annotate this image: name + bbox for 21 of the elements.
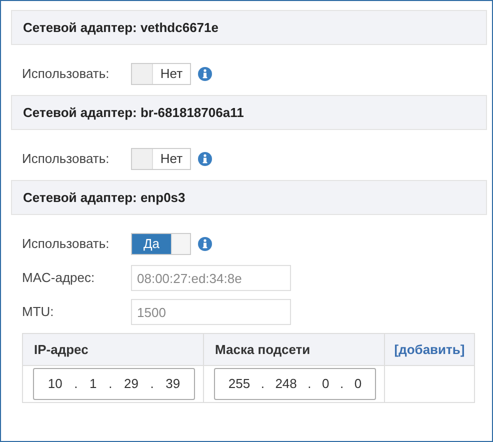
section-title: Сетевой адаптер: br-681818706a11 [23,104,244,122]
text-field[interactable]: 08:00:27:ed:34:8e [131,265,291,291]
column-header: Маска подсети [204,334,385,365]
section-title: Сетевой адаптер: vethdc6671e [23,18,219,37]
toggle-switch[interactable]: Нет [131,63,191,85]
ip-address-field[interactable]: 10 . 1 . 29 . 39 [33,368,195,400]
field-label: MAC-адрес: [22,269,96,288]
info-icon[interactable] [198,237,212,251]
toggle-switch[interactable]: Да [131,233,191,255]
column-header: IP-адрес [23,334,204,365]
info-icon[interactable] [198,67,212,81]
field-label: Использовать: [22,235,110,254]
field-label: MTU: [22,303,55,322]
section-title: Сетевой адаптер: enp0s3 [23,188,186,207]
text-field[interactable]: 1500 [131,299,291,325]
field-label: Использовать: [22,65,110,84]
info-icon[interactable] [198,152,212,166]
ip-address-field[interactable]: 255 . 248 . 0 . 0 [214,368,376,400]
toggle-switch[interactable]: Нет [131,148,191,170]
add-link[interactable]: [добавить] [394,340,465,360]
field-label: Использовать: [22,150,110,168]
